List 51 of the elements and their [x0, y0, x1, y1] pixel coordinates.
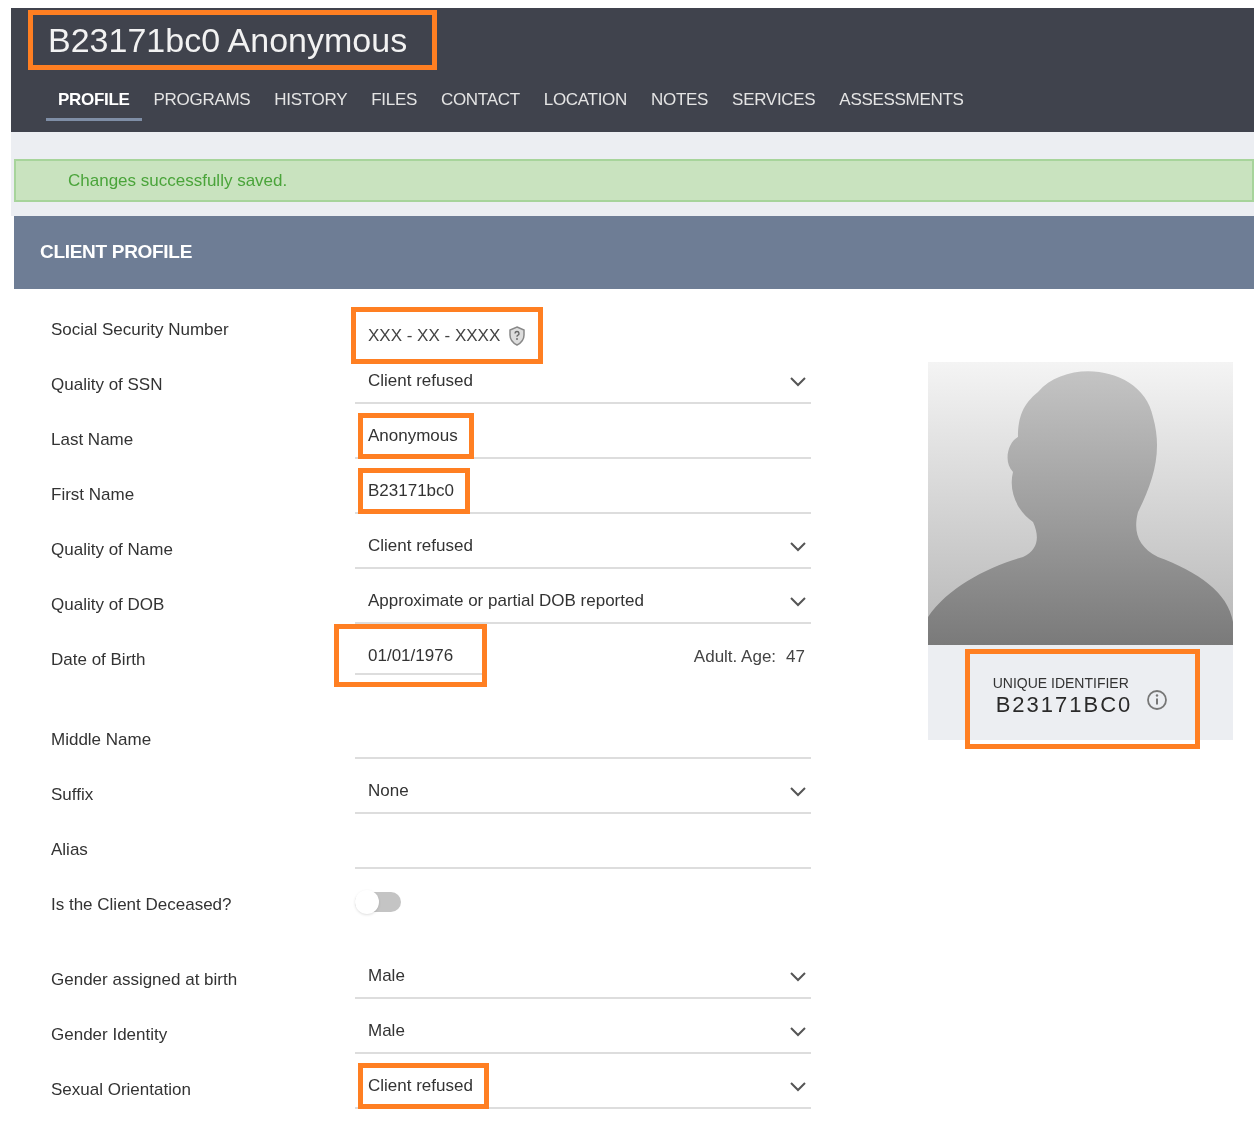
input-field[interactable]: B23171bc0 [355, 470, 811, 514]
select-field[interactable]: Male [355, 1010, 811, 1054]
field-label: Gender Identity [50, 1024, 169, 1046]
age-label: Adult. Age: [693, 646, 777, 669]
chevron-down-icon [789, 375, 807, 387]
nav-tab[interactable]: PROFILE [46, 82, 142, 121]
chevron-down-icon [789, 540, 807, 552]
field-label: Alias [50, 839, 89, 861]
identifier-label: UNIQUE IDENTIFIER [992, 675, 1130, 691]
field-label: Quality of Name [50, 539, 174, 561]
nav-tab[interactable]: PROGRAMS [141, 82, 263, 121]
nav-tab[interactable]: HISTORY [262, 82, 360, 121]
field-label: Date of Birth [50, 649, 147, 671]
chevron-down-icon [789, 595, 807, 607]
identifier-value: B23171BC0 [994, 691, 1133, 719]
nav-tab[interactable]: SERVICES [720, 82, 828, 121]
client-title: B23171bc0 Anonymous [47, 20, 408, 60]
select-field[interactable]: Client refused [355, 525, 811, 569]
ssn-value: XXX - XX - XXXX [368, 324, 501, 347]
field-label: Sexual Orientation [50, 1079, 192, 1101]
shield-question-icon [508, 325, 527, 346]
nav-tab[interactable]: LOCATION [531, 82, 640, 121]
select-field[interactable]: None [355, 770, 811, 814]
date-field[interactable]: 01/01/1976 [355, 639, 485, 675]
field-label: Suffix [50, 784, 95, 806]
nav-tab[interactable]: ASSESSMENTS [827, 82, 976, 121]
field-label: First Name [50, 484, 136, 506]
success-alert: Changes successfully saved. [14, 159, 1254, 202]
input-field[interactable]: Anonymous [355, 415, 811, 459]
field-label: Quality of SSN [50, 374, 164, 396]
field-label: Is the Client Deceased? [50, 894, 233, 916]
field-label: Last Name [50, 429, 135, 451]
chevron-down-icon [789, 1080, 807, 1092]
nav-tab[interactable]: CONTACT [428, 82, 532, 121]
chevron-down-icon [789, 1025, 807, 1037]
chevron-down-icon [789, 970, 807, 982]
age-value: 47 [786, 646, 805, 669]
field-label: Middle Name [50, 729, 153, 751]
field-label: Social Security Number [50, 319, 230, 341]
select-field[interactable]: Client refused [355, 360, 811, 404]
nav-tab[interactable]: NOTES [639, 82, 721, 121]
section-title: CLIENT PROFILE [40, 240, 193, 265]
info-icon[interactable] [1146, 689, 1169, 711]
toggle-switch[interactable] [355, 892, 401, 912]
nav-tab[interactable]: FILES [359, 82, 429, 121]
chevron-down-icon [789, 785, 807, 797]
select-field[interactable]: Client refused [355, 1065, 811, 1109]
field-label: Gender assigned at birth [50, 969, 239, 991]
field-label: Quality of DOB [50, 594, 166, 616]
select-field[interactable]: Male [355, 955, 811, 999]
select-field[interactable]: Approximate or partial DOB reported [355, 580, 811, 624]
